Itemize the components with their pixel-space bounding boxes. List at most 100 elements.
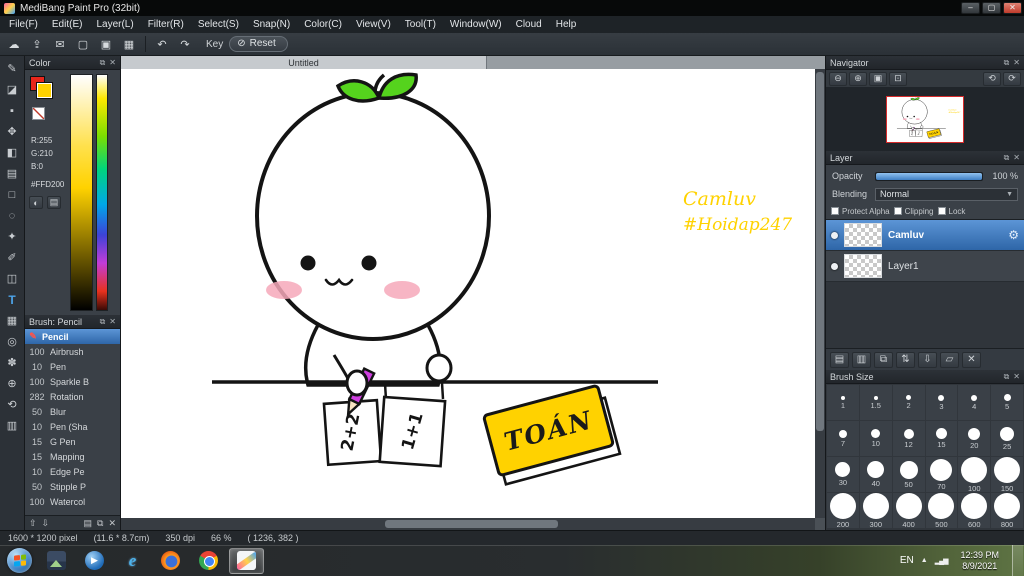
network-icon[interactable]: ▂▄▆ — [935, 557, 949, 565]
close-icon[interactable]: ✕ — [1013, 58, 1020, 67]
menu-tool[interactable]: Tool(T) — [398, 16, 443, 33]
brush-size-option[interactable]: 600 — [958, 493, 991, 528]
brush-item[interactable]: 100 Watercol — [25, 494, 120, 509]
actual-pixels-icon[interactable]: ⊡ — [889, 71, 907, 86]
select-eraser-tool-button[interactable]: ◫ — [2, 269, 23, 288]
close-icon[interactable]: ✕ — [1013, 372, 1020, 381]
brush-size-option[interactable]: 2 — [892, 385, 925, 420]
brush-size-option[interactable]: 12 — [892, 421, 925, 456]
brush-size-option[interactable]: 200 — [827, 493, 859, 528]
medibang-taskbar-button[interactable] — [229, 547, 264, 574]
add-folder-icon[interactable]: ▥ — [852, 351, 871, 368]
select-tool-button[interactable]: □ — [2, 185, 23, 204]
cloud-icon[interactable]: ☁ — [3, 35, 25, 54]
brush-item[interactable]: 15 G Pen — [25, 434, 120, 449]
brush-size-option[interactable]: 1 — [827, 385, 859, 420]
transparent-color-swatch[interactable] — [32, 107, 45, 120]
undo-button[interactable]: ↶ — [151, 35, 173, 54]
brush-size-option[interactable]: 7 — [827, 421, 859, 456]
lasso-tool-button[interactable]: ◌ — [2, 206, 23, 225]
artwork-drawing[interactable] — [121, 69, 815, 518]
transfer-layer-icon[interactable]: ⇅ — [896, 351, 915, 368]
menu-help[interactable]: Help — [549, 16, 584, 33]
clipping-checkbox[interactable] — [893, 207, 902, 215]
brush-item[interactable]: 100 Airbrush — [25, 344, 120, 359]
rotate-tool-button[interactable]: ⟲ — [2, 395, 23, 414]
brush-size-option[interactable]: 500 — [925, 493, 958, 528]
taskbar-clock[interactable]: 12:39 PM 8/9/2021 — [954, 550, 1005, 572]
brush-item[interactable]: 10 Pen (Sha — [25, 419, 120, 434]
delete-layer-icon[interactable]: ✕ — [962, 351, 981, 368]
maximize-button[interactable]: ▢ — [982, 2, 1001, 14]
magic-wand-tool-button[interactable]: ✦ — [2, 227, 23, 246]
brush-size-option[interactable]: 300 — [859, 493, 892, 528]
zoom-in-icon[interactable]: ⊕ — [849, 71, 867, 86]
drawing-canvas[interactable] — [121, 69, 815, 518]
zoom-out-icon[interactable]: ⊖ — [829, 71, 847, 86]
gear-icon[interactable]: ⚙ — [1008, 228, 1019, 242]
brush-item[interactable]: 50 Blur — [25, 404, 120, 419]
hue-strip-picker[interactable] — [96, 74, 108, 311]
layer-visibility-icon[interactable] — [831, 231, 838, 239]
brush-item[interactable]: 10 Pen — [25, 359, 120, 374]
start-button[interactable] — [7, 548, 32, 573]
delete-brush-icon[interactable]: ✕ — [108, 518, 116, 529]
minimize-button[interactable]: – — [961, 2, 980, 14]
duplicate-brush-icon[interactable]: ⧉ — [97, 518, 103, 529]
firefox-taskbar-button[interactable] — [153, 548, 188, 574]
vertical-scrollbar-thumb[interactable] — [816, 72, 824, 432]
media-player-taskbar-button[interactable]: ▶ — [77, 548, 112, 574]
brush-size-option[interactable]: 100 — [958, 457, 991, 492]
menu-view[interactable]: View(V) — [349, 16, 398, 33]
brush-item[interactable]: 15 Mapping — [25, 449, 120, 464]
move-tool-button[interactable]: ✥ — [2, 122, 23, 141]
brush-size-option[interactable]: 70 — [925, 457, 958, 492]
brush-size-option[interactable]: 20 — [958, 421, 991, 456]
saturation-value-picker[interactable] — [70, 74, 93, 311]
gradient-tool-button[interactable]: ▤ — [2, 164, 23, 183]
brush-size-option[interactable]: 50 — [892, 457, 925, 492]
brush-size-option[interactable]: 15 — [925, 421, 958, 456]
menu-file[interactable]: File(F) — [2, 16, 45, 33]
internet-explorer-taskbar-button[interactable]: e — [115, 548, 150, 574]
new-canvas-icon[interactable]: ▢ — [72, 35, 94, 54]
layout-icon[interactable]: ▦ — [118, 35, 140, 54]
brush-size-option[interactable]: 10 — [859, 421, 892, 456]
protect-alpha-checkbox[interactable] — [831, 207, 839, 215]
menu-color[interactable]: Color(C) — [297, 16, 349, 33]
add-brush-icon[interactable]: ▤ — [84, 518, 93, 529]
tray-expand-icon[interactable]: ▲ — [921, 557, 928, 564]
brush-size-option[interactable]: 30 — [827, 457, 859, 492]
brush-item[interactable]: 10 Edge Pe — [25, 464, 120, 479]
menu-select[interactable]: Select(S) — [191, 16, 246, 33]
fill-tool-button[interactable]: ◧ — [2, 143, 23, 162]
export-icon[interactable]: ⇪ — [26, 35, 48, 54]
brush-item[interactable]: 282 Rotation — [25, 389, 120, 404]
clear-layer-icon[interactable]: ▱ — [940, 351, 959, 368]
brush-tool-button[interactable]: ✎ — [2, 59, 23, 78]
menu-snap[interactable]: Snap(N) — [246, 16, 297, 33]
menu-window[interactable]: Window(W) — [443, 16, 509, 33]
layer-row-layer1[interactable]: Layer1 — [826, 251, 1024, 282]
document-tab-untitled[interactable]: Untitled — [121, 56, 488, 69]
brush-item[interactable]: 50 Stipple P — [25, 479, 120, 494]
protect-alpha-option[interactable]: Protect Alpha — [831, 207, 890, 216]
brush-size-option[interactable]: 1.5 — [859, 385, 892, 420]
comment-icon[interactable]: ✉ — [49, 35, 71, 54]
popout-icon[interactable]: ⧉ — [100, 317, 106, 327]
menu-edit[interactable]: Edit(E) — [45, 16, 90, 33]
select-pen-tool-button[interactable]: ✐ — [2, 248, 23, 267]
close-button[interactable]: ✕ — [1003, 2, 1022, 14]
brush-down-icon[interactable]: ⇩ — [42, 518, 50, 529]
vertical-scrollbar[interactable] — [815, 69, 825, 518]
duplicate-layer-icon[interactable]: ⧉ — [874, 351, 893, 368]
horizontal-scrollbar[interactable] — [121, 518, 815, 530]
menu-filter[interactable]: Filter(R) — [141, 16, 191, 33]
close-icon[interactable]: ✕ — [109, 58, 116, 67]
rotate-left-icon[interactable]: ⟲ — [983, 71, 1001, 86]
merge-layer-icon[interactable]: ⇩ — [918, 351, 937, 368]
lock-checkbox[interactable] — [937, 207, 946, 215]
frame-tool-button[interactable]: ▦ — [2, 311, 23, 330]
text-tool-button[interactable]: T — [2, 290, 23, 309]
brush-item[interactable]: 100 Sparkle B — [25, 374, 120, 389]
